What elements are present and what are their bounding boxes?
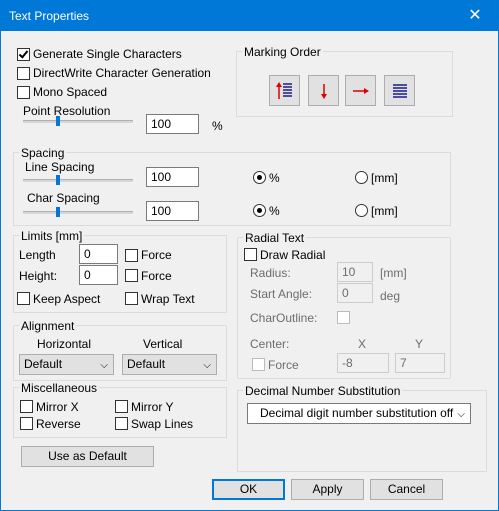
limits-label: Limits [mm] [19, 229, 85, 243]
window-title: Text Properties [9, 9, 90, 23]
gen-single-label[interactable]: Generate Single Characters [33, 47, 182, 61]
char-spacing-label: Char Spacing [27, 191, 100, 205]
vertical-select-value: Default [127, 357, 166, 371]
height-input[interactable]: 0 [79, 265, 118, 285]
vertical-label: Vertical [143, 337, 183, 351]
char-spacing-input[interactable]: 100 [146, 201, 199, 221]
point-res-label: Point Resolution [23, 104, 111, 118]
center-x-label: X [358, 337, 367, 351]
mirror-x-label[interactable]: Mirror X [36, 400, 79, 414]
alignment-label: Alignment [19, 319, 77, 333]
height-label: Height: [19, 269, 58, 283]
start-angle-input[interactable]: 0 [337, 283, 373, 303]
length-label: Length [19, 248, 56, 262]
cancel-button[interactable]: Cancel [370, 479, 443, 500]
radius-label: Radius: [250, 266, 291, 280]
line-spacing-mm-label[interactable]: [mm] [371, 171, 398, 185]
point-res-slider-thumb[interactable] [56, 116, 60, 126]
swap-lines-label[interactable]: Swap Lines [131, 417, 193, 431]
line-spacing-percent-radio[interactable] [253, 171, 266, 184]
point-res-unit: % [212, 119, 223, 133]
chevron-down-icon: ⌵ [100, 360, 108, 371]
draw-radial-label[interactable]: Draw Radial [260, 248, 325, 262]
center-x-input[interactable]: -8 [337, 353, 389, 373]
height-force-label[interactable]: Force [141, 269, 172, 283]
height-force-checkbox[interactable] [125, 269, 138, 282]
line-spacing-input[interactable]: 100 [146, 167, 199, 187]
horizontal-lines-icon [393, 84, 407, 98]
start-angle-label: Start Angle: [250, 287, 313, 301]
length-input[interactable]: 0 [79, 244, 118, 264]
decimal-select-value: Decimal digit number substitution off [260, 406, 454, 420]
char-spacing-percent-label[interactable]: % [269, 204, 280, 218]
radial-force-checkbox[interactable] [252, 358, 265, 371]
center-y-label: Y [415, 337, 424, 351]
char-outline-checkbox[interactable] [337, 311, 350, 324]
length-force-checkbox[interactable] [125, 249, 138, 262]
vertical-select[interactable]: Default ⌵ [122, 354, 217, 375]
chevron-down-icon: ⌵ [457, 409, 465, 420]
horizontal-select[interactable]: Default ⌵ [19, 354, 114, 375]
mono-checkbox[interactable] [17, 86, 30, 99]
char-spacing-mm-radio[interactable] [355, 204, 368, 217]
keep-aspect-label[interactable]: Keep Aspect [33, 292, 100, 306]
char-spacing-mm-label[interactable]: [mm] [371, 204, 398, 218]
spacing-label: Spacing [19, 146, 67, 160]
draw-radial-checkbox[interactable] [244, 248, 257, 261]
line-spacing-percent-label[interactable]: % [269, 171, 280, 185]
reverse-checkbox[interactable] [20, 417, 33, 430]
decimal-label: Decimal Number Substitution [243, 384, 403, 398]
directwrite-checkbox[interactable] [17, 67, 30, 80]
misc-label: Miscellaneous [19, 381, 100, 395]
char-spacing-slider-thumb[interactable] [56, 207, 60, 217]
order-right-button[interactable] [345, 75, 376, 106]
order-lines-button[interactable] [384, 75, 415, 106]
marking-order-label: Marking Order [242, 45, 323, 59]
radius-input[interactable]: 10 [337, 262, 373, 282]
order-bottom-to-top-button[interactable] [269, 75, 300, 106]
keep-aspect-checkbox[interactable] [17, 292, 30, 305]
center-label: Center: [250, 337, 290, 351]
center-y-input[interactable]: 7 [395, 353, 445, 373]
order-down-button[interactable] [308, 75, 339, 106]
radial-label: Radial Text [243, 231, 307, 245]
point-res-input[interactable]: 100 [146, 114, 199, 134]
wrap-text-checkbox[interactable] [125, 292, 138, 305]
length-force-label[interactable]: Force [141, 248, 172, 262]
horizontal-select-value: Default [24, 357, 63, 371]
gen-single-checkbox[interactable] [17, 48, 30, 61]
horizontal-label: Horizontal [37, 337, 92, 351]
bottom-to-top-lines-icon [276, 82, 292, 99]
title-bar: Text Properties ✕ [1, 1, 498, 31]
decimal-select[interactable]: Decimal digit number substitution off ⌵ [247, 403, 471, 424]
arrow-right-icon [353, 88, 369, 94]
char-spacing-slider[interactable] [23, 211, 133, 214]
mirror-y-label[interactable]: Mirror Y [131, 400, 173, 414]
swap-lines-checkbox[interactable] [115, 417, 128, 430]
ok-button[interactable]: OK [212, 479, 285, 500]
line-spacing-slider[interactable] [23, 179, 133, 182]
wrap-text-label[interactable]: Wrap Text [141, 292, 195, 306]
radial-force-label[interactable]: Force [268, 358, 299, 372]
text-properties-window: Text Properties ✕ Generate Single Charac… [0, 0, 499, 511]
reverse-label[interactable]: Reverse [36, 417, 81, 431]
arrow-down-icon [321, 84, 327, 99]
use-as-default-button[interactable]: Use as Default [21, 446, 154, 467]
mirror-y-checkbox[interactable] [115, 400, 128, 413]
directwrite-label[interactable]: DirectWrite Character Generation [33, 66, 211, 80]
start-angle-unit: deg [380, 289, 401, 303]
line-spacing-mm-radio[interactable] [355, 171, 368, 184]
chevron-down-icon: ⌵ [203, 360, 211, 371]
line-spacing-label: Line Spacing [25, 160, 95, 174]
char-outline-label: CharOutline: [250, 311, 318, 325]
close-icon[interactable]: ✕ [452, 1, 498, 31]
radius-unit: [mm] [380, 266, 407, 280]
char-spacing-percent-radio[interactable] [253, 204, 266, 217]
point-res-slider[interactable] [23, 120, 133, 123]
mirror-x-checkbox[interactable] [20, 400, 33, 413]
mono-label[interactable]: Mono Spaced [33, 85, 107, 99]
line-spacing-slider-thumb[interactable] [56, 175, 60, 185]
apply-button[interactable]: Apply [291, 479, 364, 500]
